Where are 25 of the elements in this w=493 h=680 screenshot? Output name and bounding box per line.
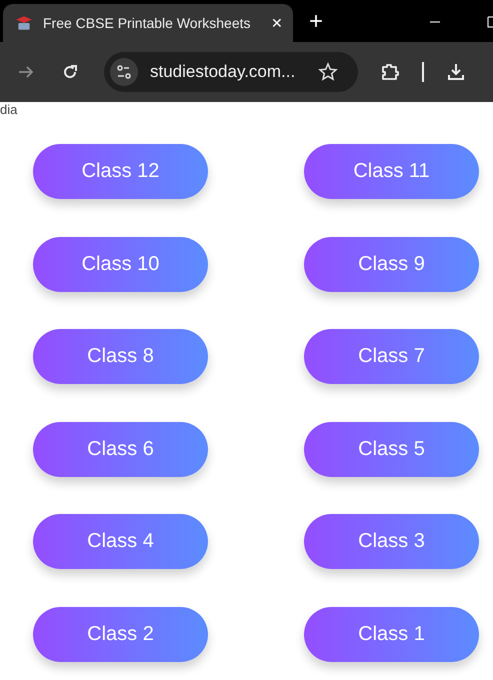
address-bar[interactable]: studiestoday.com... xyxy=(104,52,358,92)
extensions-icon[interactable] xyxy=(380,62,400,82)
class-button[interactable]: Class 6 xyxy=(33,422,208,477)
site-settings-icon[interactable] xyxy=(110,58,138,86)
maximize-icon[interactable] xyxy=(487,16,493,28)
class-button[interactable]: Class 5 xyxy=(304,422,479,477)
close-tab-button[interactable]: ✕ xyxy=(263,15,283,31)
class-button[interactable]: Class 3 xyxy=(304,514,479,570)
bookmark-star-icon[interactable] xyxy=(318,62,338,82)
class-button[interactable]: Class 12 xyxy=(33,144,208,199)
class-button[interactable]: Class 11 xyxy=(304,144,479,199)
tab-title: Free CBSE Printable Worksheets xyxy=(43,15,252,31)
download-icon[interactable] xyxy=(446,62,466,82)
cut-off-text: dia xyxy=(0,103,18,117)
class-button[interactable]: Class 4 xyxy=(33,514,208,570)
class-button[interactable]: Class 8 xyxy=(33,329,208,384)
new-tab-button[interactable]: + xyxy=(309,8,324,36)
browser-tab[interactable]: Free CBSE Printable Worksheets ✕ xyxy=(3,4,293,42)
class-button[interactable]: Class 9 xyxy=(304,236,479,292)
class-button[interactable]: Class 1 xyxy=(304,606,479,662)
favicon-icon xyxy=(15,14,33,32)
class-button[interactable]: Class 10 xyxy=(33,236,208,292)
class-button[interactable]: Class 2 xyxy=(33,606,208,662)
class-button[interactable]: Class 7 xyxy=(304,329,479,384)
url-text: studiestoday.com... xyxy=(150,62,296,82)
